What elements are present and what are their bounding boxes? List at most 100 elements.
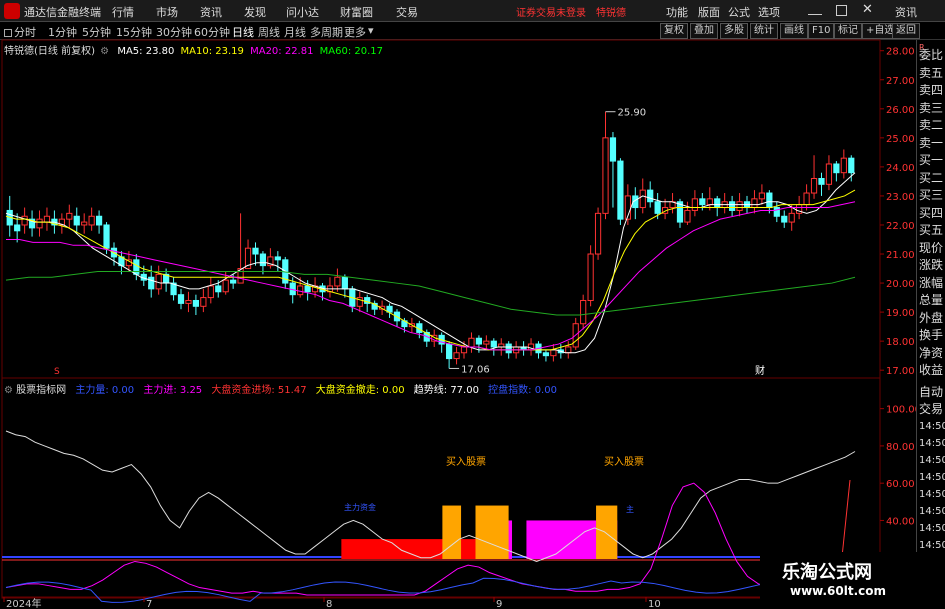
candle-body [803, 192, 810, 206]
side-trade-item-2: 14:50 [919, 421, 945, 432]
candle-body [781, 215, 788, 223]
x-axis-label-2: 8 [326, 599, 332, 609]
main-ytick-label-11: 28.00 [886, 47, 915, 58]
ind-ytick-label-1: 40.00 [886, 516, 915, 527]
small-indicator-label-2: 主 [626, 504, 634, 514]
candle-body [259, 253, 267, 267]
marker-s: S [54, 367, 60, 377]
high-label: 25.90 [618, 108, 647, 119]
candle-body [594, 212, 602, 255]
quote-side-panel: R 委比 卖五 卖四 卖三 卖二 卖一 买一 买二 买三 买四 买五 现价 涨跌 涨幅 总量 外盘 换手 净资 收益自… [916, 40, 945, 609]
ma-line-ma60 [5, 270, 856, 316]
main-ytick-label-1: 18.00 [886, 337, 915, 348]
side-item-16[interactable]: 换手 [919, 328, 945, 343]
buy-label-2: 买入股票 [604, 456, 644, 468]
side-item-13[interactable]: 涨幅 [919, 276, 945, 291]
watermark-url: www.60lt.com [790, 584, 887, 598]
candle-body [587, 253, 594, 301]
candle-body [468, 337, 475, 348]
candle-body [453, 352, 460, 360]
main-ytick-label-9: 26.00 [886, 105, 915, 116]
ma-line-ma20 [6, 201, 856, 351]
x-axis-label-1: 7 [146, 599, 152, 609]
candle-body [505, 343, 512, 354]
side-trade-item-4: 14:50 [919, 455, 945, 466]
candle-body [684, 209, 691, 223]
side-item-15[interactable]: 外盘 [919, 311, 945, 326]
candle-body [297, 285, 304, 296]
side-trade-item-5: 14:50 [919, 472, 945, 483]
candle-body [654, 201, 661, 214]
candle-body [490, 340, 497, 348]
candle-body [215, 285, 222, 293]
candle-body [729, 201, 736, 211]
main-chart-frame [1, 39, 881, 379]
candle-body [565, 346, 572, 354]
candle-body [580, 299, 587, 325]
main-ytick-label-4: 21.00 [886, 250, 915, 261]
buy-label-1: 买入股票 [446, 456, 486, 468]
candle-body [475, 337, 483, 345]
side-item-14[interactable]: 总量 [919, 293, 945, 308]
side-item-4[interactable]: 卖二 [919, 118, 945, 133]
candle-body [274, 256, 281, 261]
indicator-bar-3 [442, 505, 462, 559]
candle-body [691, 198, 698, 211]
candle-body [766, 192, 773, 209]
candle-body [36, 218, 43, 229]
side-item-3[interactable]: 卖三 [919, 101, 945, 116]
side-item-0[interactable]: 委比 [919, 48, 945, 63]
main-ytick-label-7: 24.00 [886, 163, 915, 174]
ind-ytick-label-4: 100.00 [886, 405, 916, 416]
side-trade-item-7: 14:50 [919, 506, 945, 517]
candle-body [192, 299, 200, 307]
side-item-7[interactable]: 买二 [919, 171, 945, 186]
side-item-6[interactable]: 买一 [919, 153, 945, 168]
side-item-2[interactable]: 卖四 [919, 83, 945, 98]
candle-body [207, 285, 214, 299]
candle-body [14, 224, 21, 232]
side-item-5[interactable]: 卖一 [919, 136, 945, 151]
watermark: 乐淘公式网 www.60lt.com [760, 552, 945, 609]
candle-body [751, 198, 758, 209]
candle-body [304, 285, 311, 293]
rising-signal-line [841, 479, 851, 558]
candle-body [177, 294, 185, 304]
main-ytick-label-3: 20.00 [886, 279, 915, 290]
side-item-8[interactable]: 买三 [919, 188, 945, 203]
side-item-9[interactable]: 买四 [919, 206, 945, 221]
indicator-line-zhuliliang [5, 577, 856, 603]
candle-body [602, 137, 609, 214]
candle-body [840, 157, 847, 174]
main-ytick-label-8: 25.00 [886, 134, 915, 145]
side-item-10[interactable]: 买五 [919, 223, 945, 238]
side-item-1[interactable]: 卖五 [919, 66, 945, 81]
candle-body [699, 198, 706, 206]
side-trade-item-1[interactable]: 交易 [919, 402, 945, 417]
side-item-17[interactable]: 净资 [919, 346, 945, 361]
candle-body [758, 192, 766, 200]
side-trade-item-3: 14:50 [919, 438, 945, 449]
candle-body [714, 198, 721, 209]
side-item-18[interactable]: 收益 [919, 363, 945, 378]
side-item-11[interactable]: 现价 [919, 241, 945, 256]
candle-body [617, 160, 624, 220]
candle-body [639, 189, 646, 209]
candle-body [252, 247, 259, 255]
kline-chart[interactable]: 17.00 18.00 19.00 20.00 21.00 22.00 23.00 24.00… [0, 0, 916, 609]
candle-body [446, 343, 453, 360]
candle-body [788, 212, 795, 223]
candle-body [736, 201, 743, 211]
candle-body [810, 178, 818, 194]
candle-body [773, 207, 780, 217]
side-item-12[interactable]: 涨跌 [919, 258, 945, 273]
candle-body [88, 215, 95, 226]
low-label: 17.06 [461, 364, 490, 375]
main-ytick-label-10: 27.00 [886, 76, 915, 87]
small-indicator-label: 主力资金 [344, 502, 376, 512]
side-trade-item-8: 14:50 [919, 523, 945, 534]
side-trade-item-0[interactable]: 自动 [919, 385, 945, 400]
candle-body [848, 157, 855, 174]
candle-body [542, 352, 550, 357]
candle-body [103, 224, 110, 249]
